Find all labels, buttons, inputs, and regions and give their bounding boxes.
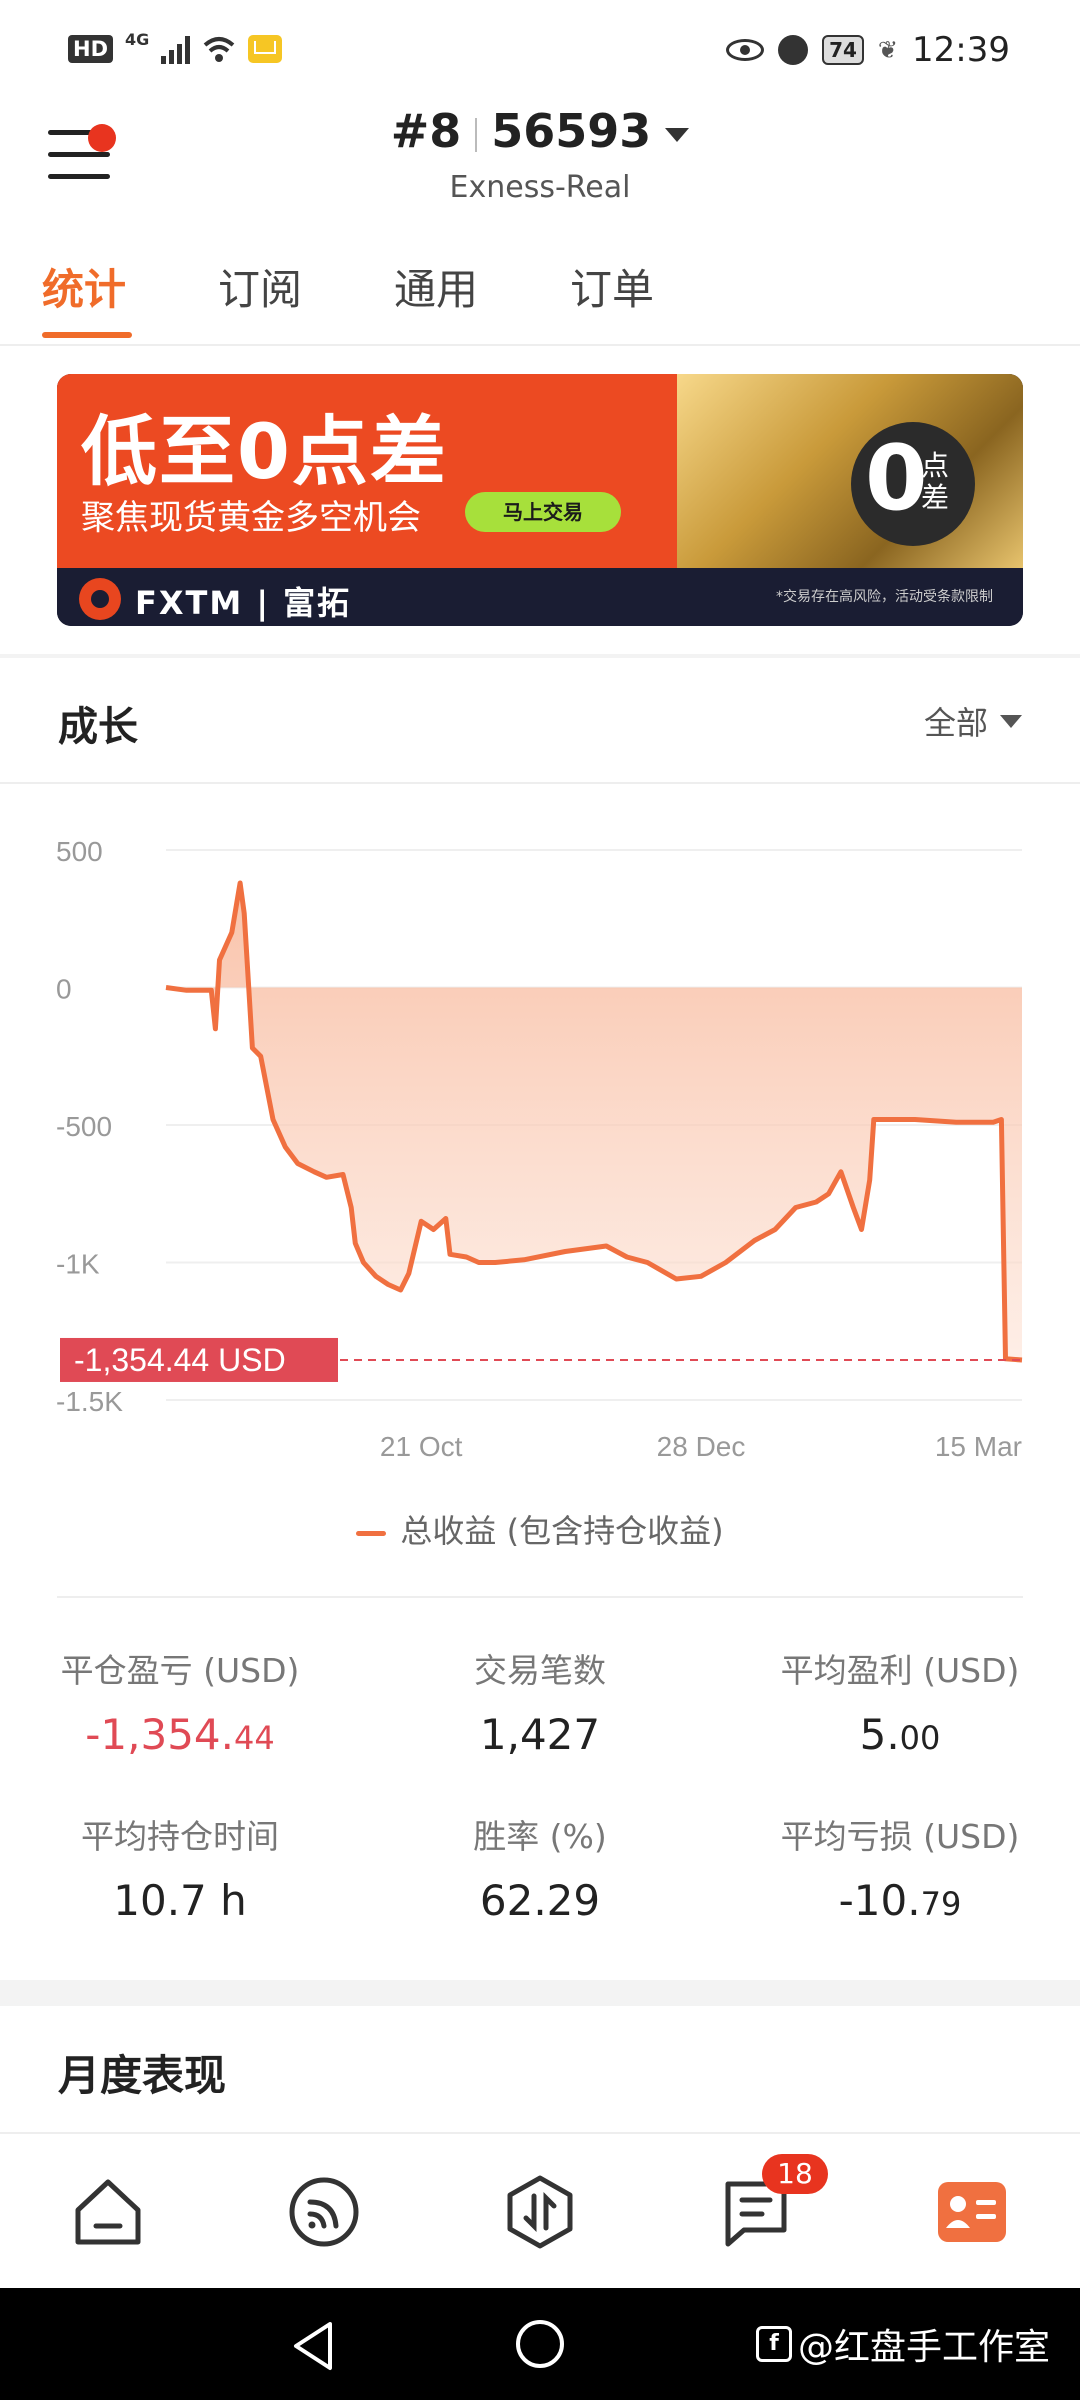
account-number-label: #8 [390, 104, 462, 158]
stat-value-int: 5. [859, 1710, 900, 1759]
tab-bar: 统计 订阅 通用 订单 [0, 250, 1080, 346]
stat-value-int: 1,427 [479, 1710, 601, 1759]
legend-swatch [356, 1530, 387, 1536]
growth-title: 成长 [58, 704, 138, 750]
tab-active-indicator [42, 332, 132, 338]
banner-brand: FXTM | 富拓 [135, 584, 352, 622]
chart-legend[interactable]: 总收益 (包含持仓收益) [0, 1506, 1080, 1552]
stat-value-dec: 44 [234, 1719, 275, 1757]
stat-win-rate: 胜率 (%) 62.29 [360, 1810, 720, 1925]
stat-value: 10.7 h [0, 1876, 360, 1925]
stat-value-int: -10. [838, 1876, 921, 1925]
section-divider [0, 782, 1080, 784]
stat-value: -10.79 [720, 1876, 1080, 1925]
lte-indicator: 4G [125, 29, 150, 49]
stat-value-dec: 00 [899, 1719, 941, 1757]
stat-label: 交易笔数 [474, 1651, 606, 1690]
account-selector[interactable]: #8 56593 [0, 104, 1080, 158]
y-tick-label: 0 [56, 974, 72, 1005]
badge-big-text: 0 [865, 426, 928, 531]
status-left: HD 4G [68, 30, 283, 64]
clock: 12:39 [912, 30, 1010, 70]
signal-icon [161, 34, 191, 64]
stat-value: 1,427 [360, 1710, 720, 1759]
home-button-icon[interactable] [516, 2320, 564, 2368]
bottom-nav: 18 [0, 2140, 1080, 2286]
notification-mail-icon [248, 35, 283, 63]
hd-indicator: HD [68, 35, 114, 63]
trade-icon[interactable] [502, 2174, 578, 2250]
stat-value-int: 10.7 h [113, 1876, 247, 1925]
section-divider [0, 2132, 1080, 2134]
home-icon[interactable] [70, 2174, 146, 2250]
stat-label: 平均亏损 (USD) [780, 1817, 1020, 1856]
stat-value-int: -1,354. [85, 1710, 235, 1759]
wifi-icon [203, 37, 235, 62]
y-tick-label: -500 [56, 1111, 112, 1142]
tab-statistics[interactable]: 统计 [42, 256, 126, 317]
banner-trade-button[interactable]: 马上交易 [465, 492, 621, 532]
chevron-down-icon [665, 127, 690, 142]
badge-small-text: 点差 [921, 449, 950, 514]
stat-avg-loss: 平均亏损 (USD) -10.79 [720, 1810, 1080, 1925]
zero-spread-badge: 0 点差 [851, 422, 975, 546]
stat-label: 平均盈利 (USD) [780, 1651, 1020, 1690]
stat-label: 平仓盈亏 (USD) [60, 1651, 300, 1690]
stat-value: -1,354.44 [0, 1710, 360, 1759]
stat-value-int: 62.29 [479, 1876, 601, 1925]
tab-orders[interactable]: 订单 [570, 256, 654, 317]
stat-avg-profit: 平均盈利 (USD) 5.00 [720, 1644, 1080, 1759]
profile-icon[interactable] [934, 2174, 1010, 2250]
section-divider [0, 654, 1080, 658]
x-tick-label: 21 Oct [380, 1431, 463, 1462]
eye-icon [726, 39, 765, 61]
account-server: Exness-Real [449, 170, 631, 205]
tab-subscribe[interactable]: 订阅 [218, 256, 302, 317]
section-divider [57, 1596, 1023, 1598]
watermark-text: @红盘手工作室 [798, 2327, 1051, 2368]
stat-label: 胜率 (%) [473, 1817, 607, 1856]
stat-value: 5.00 [720, 1710, 1080, 1759]
growth-filter-dropdown[interactable]: 全部 [924, 698, 1022, 744]
section-divider [0, 1980, 1080, 2006]
stat-label: 平均持仓时间 [81, 1817, 279, 1856]
system-nav-bar: f @红盘手工作室 [0, 2288, 1080, 2400]
banner-headline: 低至0点差 [81, 407, 448, 496]
tab-general[interactable]: 通用 [394, 256, 478, 317]
promo-banner[interactable]: 低至0点差 聚焦现货黄金多空机会 马上交易 0 点差 FXTM | 富拓 *交易… [57, 374, 1023, 626]
stat-avg-hold-time: 平均持仓时间 10.7 h [0, 1810, 360, 1925]
x-tick-label: 28 Dec [657, 1431, 746, 1462]
stat-trades: 交易笔数 1,427 [360, 1644, 720, 1759]
status-right: 74 ❦ 12:39 [726, 30, 1010, 70]
y-tick-label: -1.5K [56, 1386, 123, 1417]
growth-filter-value: 全部 [923, 704, 988, 742]
banner-footer: FXTM | 富拓 *交易存在高风险，活动受条款限制 [57, 568, 1023, 626]
legend-label: 总收益 (包含持仓收益) [400, 1512, 724, 1550]
status-bar: HD 4G 74 ❦ 12:39 [0, 0, 1080, 100]
banner-subtext: 聚焦现货黄金多空机会 [81, 498, 421, 538]
account-id: 56593 [491, 104, 652, 158]
fxtm-logo-icon [79, 578, 121, 620]
back-icon[interactable] [290, 2320, 338, 2372]
stat-closed-pnl: 平仓盈亏 (USD) -1,354.44 [0, 1644, 360, 1759]
stat-value: 62.29 [360, 1876, 720, 1925]
watermark-logo-icon: f [756, 2326, 792, 2362]
banner-disclaimer: *交易存在高风险，活动受条款限制 [776, 589, 993, 605]
stat-value-dec: 79 [920, 1885, 962, 1923]
x-tick-label: 15 Mar [935, 1431, 1022, 1462]
y-tick-label: 500 [56, 836, 103, 867]
title-divider [475, 117, 478, 152]
monthly-performance-title: 月度表现 [58, 2051, 227, 2100]
signals-icon[interactable] [286, 2174, 362, 2250]
y-tick-label: -1K [56, 1249, 100, 1280]
alarm-icon [778, 35, 809, 65]
battery-indicator: 74 [822, 35, 864, 65]
current-value-label: -1,354.44 USD [74, 1342, 286, 1378]
growth-chart[interactable]: 500 0 -500 -1K -1.5K 21 Oct 28 Dec 15 Mar -1,3… [0, 800, 1080, 1480]
leaf-icon: ❦ [877, 36, 899, 64]
watermark: f @红盘手工作室 [756, 2318, 1050, 2370]
chevron-down-icon [1000, 714, 1022, 728]
messages-badge: 18 [762, 2154, 828, 2194]
